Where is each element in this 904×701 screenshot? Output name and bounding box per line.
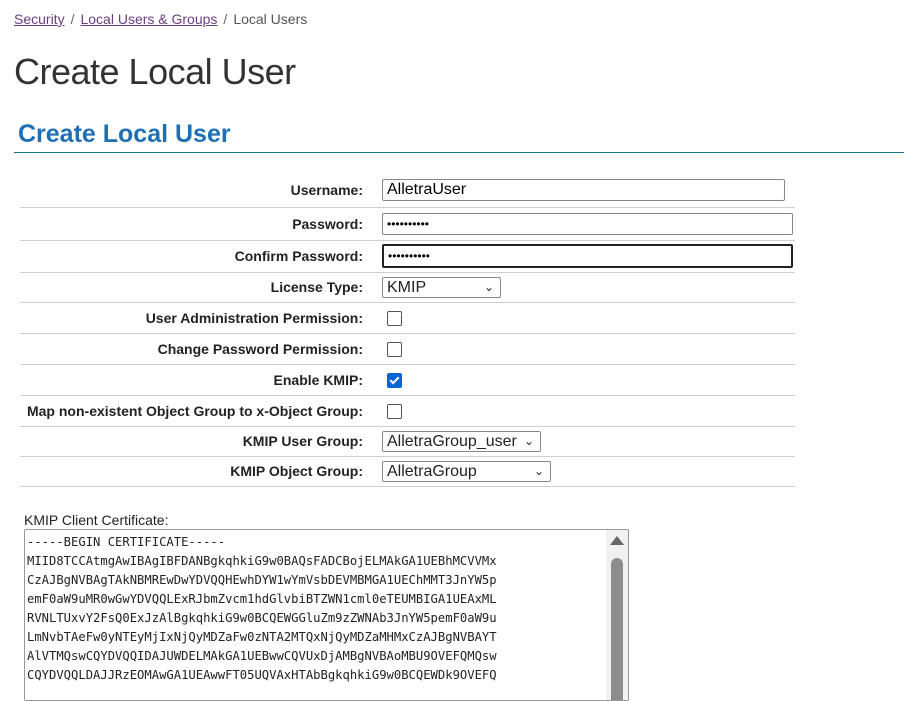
breadcrumb-separator: /	[223, 11, 228, 27]
kmip-user-group-select[interactable]: AlletraGroup_user ⌄	[382, 430, 541, 452]
map-object-group-checkbox[interactable]	[387, 403, 402, 419]
create-user-form: Username: Password: Confirm Password: Li…	[20, 174, 795, 487]
section-title: Create Local User	[18, 120, 231, 148]
license-type-label: License Type:	[20, 272, 380, 303]
user-admin-permission-checkbox[interactable]	[387, 310, 402, 326]
breadcrumb-link-local-users-groups[interactable]: Local Users & Groups	[80, 11, 217, 27]
enable-kmip-checkbox[interactable]	[387, 372, 402, 388]
kmip-user-group-label: KMIP User Group:	[20, 426, 380, 457]
username-input[interactable]	[382, 179, 785, 202]
kmip-object-group-label: KMIP Object Group:	[20, 456, 380, 487]
chevron-down-icon: ⌄	[483, 279, 494, 294]
password-label: Password:	[20, 207, 380, 241]
license-type-select[interactable]: KMIP ⌄	[382, 276, 501, 298]
chevron-down-icon: ⌄	[533, 463, 544, 478]
breadcrumb-current: Local Users	[233, 11, 308, 27]
textarea-scrollbar[interactable]	[606, 530, 628, 700]
username-label: Username:	[20, 174, 380, 208]
section-divider	[14, 152, 904, 153]
scroll-up-arrow-icon[interactable]	[610, 536, 624, 545]
certificate-text: -----BEGIN CERTIFICATE----- MIID8TCCAtmg…	[27, 535, 497, 682]
confirm-password-input[interactable]	[382, 244, 793, 268]
breadcrumb: Security / Local Users & Groups / Local User…	[14, 11, 307, 27]
breadcrumb-separator: /	[70, 11, 75, 27]
confirm-password-label: Confirm Password:	[20, 240, 380, 273]
license-type-value: KMIP	[387, 278, 427, 296]
breadcrumb-link-security[interactable]: Security	[14, 11, 65, 27]
kmip-user-group-value: AlletraGroup_user	[387, 432, 517, 450]
user-admin-permission-label: User Administration Permission:	[20, 302, 380, 334]
kmip-client-certificate-textarea[interactable]: -----BEGIN CERTIFICATE----- MIID8TCCAtmg…	[24, 529, 629, 701]
change-password-permission-label: Change Password Permission:	[20, 333, 380, 365]
chevron-down-icon: ⌄	[523, 433, 534, 448]
map-object-group-label: Map non-existent Object Group to x-Objec…	[20, 395, 380, 427]
kmip-object-group-value: AlletraGroup	[387, 462, 477, 480]
page-title: Create Local User	[14, 51, 296, 92]
kmip-client-certificate-label: KMIP Client Certificate:	[24, 512, 169, 528]
kmip-object-group-select[interactable]: AlletraGroup ⌄	[382, 460, 551, 482]
password-input[interactable]	[382, 212, 793, 235]
enable-kmip-label: Enable KMIP:	[20, 364, 380, 396]
change-password-permission-checkbox[interactable]	[387, 341, 402, 357]
scroll-thumb[interactable]	[611, 558, 623, 700]
